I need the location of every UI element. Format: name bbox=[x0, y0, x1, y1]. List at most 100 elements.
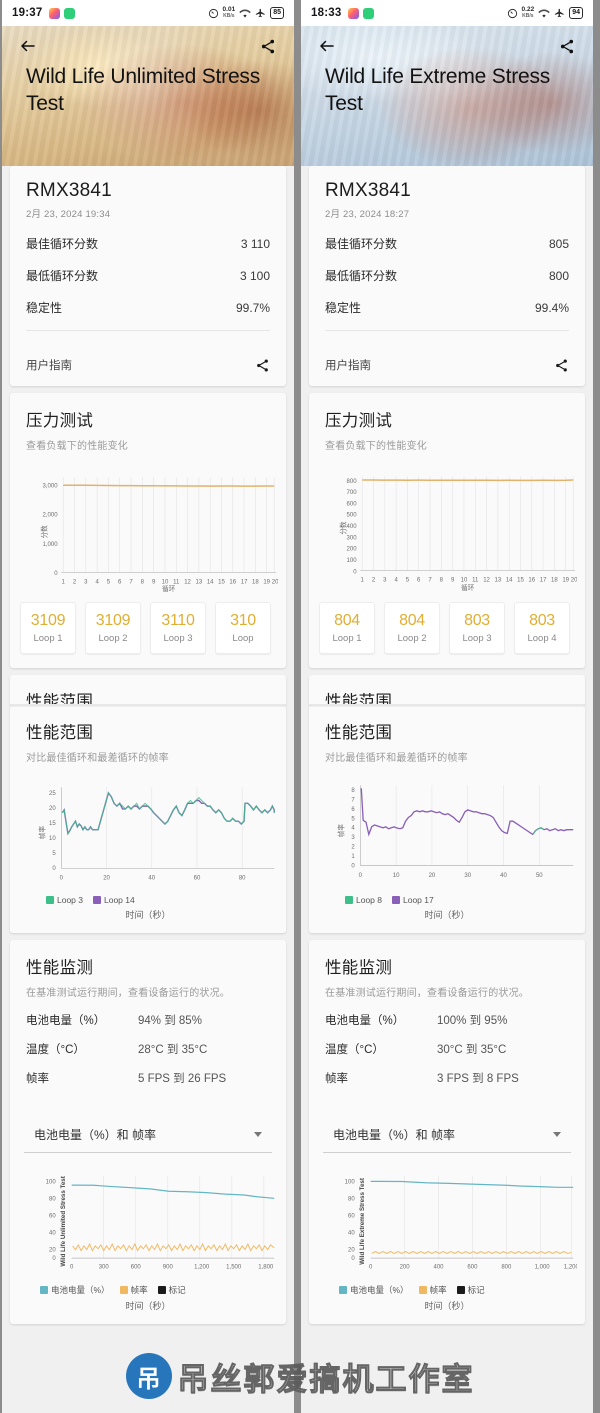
svg-text:40: 40 bbox=[49, 1231, 56, 1237]
list-item[interactable]: 804 Loop 1 bbox=[319, 602, 375, 655]
seam-line bbox=[309, 704, 585, 706]
x-axis-title: 循环 bbox=[461, 583, 475, 592]
performance-range-plot: 8 7 6 5 4 3 2 1 0 帧率 0 10 20 30 40 50 bbox=[336, 785, 574, 879]
y-axis-ticks: 8 7 6 5 4 3 2 1 0 bbox=[351, 788, 355, 869]
svg-text:80: 80 bbox=[49, 1197, 56, 1203]
svg-text:0: 0 bbox=[369, 1265, 373, 1271]
share-icon[interactable] bbox=[554, 358, 569, 373]
summary-card: RMX3841 2月 23, 2024 18:27 最佳循环分数 805 最低循… bbox=[309, 166, 585, 386]
list-item[interactable]: 3109 Loop 1 bbox=[20, 602, 76, 655]
performance-monitor-chart: 100 80 60 40 20 0 Wild Life Unlimited St… bbox=[10, 1153, 286, 1282]
svg-text:20: 20 bbox=[272, 580, 278, 586]
svg-text:14: 14 bbox=[207, 580, 214, 586]
wifi-icon bbox=[239, 8, 251, 19]
status-bar-app-icons bbox=[348, 7, 375, 19]
share-icon[interactable] bbox=[256, 34, 280, 58]
svg-text:1: 1 bbox=[62, 580, 66, 586]
stitch-seam-artifact: 性能范围 bbox=[10, 675, 286, 706]
performance-range-plot: 25 20 15 10 5 0 帧率 0 20 40 60 80 bbox=[37, 787, 275, 882]
list-item[interactable]: 803 Loop 4 bbox=[514, 602, 570, 655]
y-axis-ticks: 25 20 15 10 5 0 bbox=[49, 791, 56, 872]
section-title: 性能监测 bbox=[26, 959, 94, 978]
svg-text:8: 8 bbox=[141, 580, 145, 586]
status-bar: 19:37 0.01 KB/s 85 bbox=[2, 0, 294, 26]
svg-text:0: 0 bbox=[54, 571, 58, 577]
svg-text:8: 8 bbox=[440, 578, 444, 584]
loop-score: 804 bbox=[334, 612, 360, 630]
svg-text:12: 12 bbox=[184, 580, 191, 586]
list-item[interactable]: 3110 Loop 3 bbox=[150, 602, 206, 655]
svg-text:80: 80 bbox=[348, 1197, 355, 1203]
status-bar-indicators: 0.22 KB/s 94 bbox=[507, 7, 583, 19]
user-guide-row[interactable]: 用户指南 bbox=[309, 345, 585, 386]
svg-text:17: 17 bbox=[540, 578, 547, 584]
monitor-value: 94% 到 85% bbox=[138, 1015, 202, 1028]
status-bar-app-icons bbox=[49, 7, 76, 19]
user-guide-row[interactable]: 用户指南 bbox=[10, 345, 286, 386]
speed-icon bbox=[208, 8, 219, 19]
loop-label: Loop bbox=[232, 633, 254, 645]
performance-monitor-body: 性能监测 在基准测试运行期间，查看设备运行的状况。 电池电量（%） 100% 到… bbox=[309, 940, 585, 1100]
network-speed-indicator: 0.22 KB/s bbox=[522, 7, 535, 19]
metric-select[interactable]: 电池电量（%）和 帧率 bbox=[323, 1118, 571, 1154]
svg-text:200: 200 bbox=[400, 1265, 411, 1271]
svg-text:200: 200 bbox=[347, 547, 358, 553]
svg-text:20: 20 bbox=[429, 873, 436, 879]
x-axis-title: 时间（秒） bbox=[125, 1301, 171, 1312]
share-icon[interactable] bbox=[555, 34, 579, 58]
user-guide-label: 用户指南 bbox=[325, 360, 371, 372]
run-timestamp: 2月 23, 2024 18:27 bbox=[325, 209, 410, 220]
svg-text:10: 10 bbox=[162, 580, 169, 586]
svg-text:900: 900 bbox=[163, 1265, 174, 1271]
series-score bbox=[63, 484, 275, 487]
list-item[interactable]: 310 Loop bbox=[215, 602, 271, 655]
x-axis-ticks: 0 10 20 30 40 50 bbox=[359, 873, 544, 879]
svg-text:16: 16 bbox=[229, 580, 236, 586]
panel-wild-life-extreme: 18:33 0.22 KB/s 94 Wild Life Extreme Str… bbox=[301, 0, 593, 1413]
loop-score-list[interactable]: 804 Loop 1 804 Loop 2 803 Loop 3 803 Loo… bbox=[309, 596, 585, 668]
summary-value: 99.4% bbox=[534, 301, 569, 315]
metric-select[interactable]: 电池电量（%）和 帧率 bbox=[24, 1118, 272, 1154]
performance-monitor-legend: 电池电量（%） 帧率 标记 bbox=[10, 1282, 286, 1296]
list-item[interactable]: 803 Loop 3 bbox=[449, 602, 505, 655]
list-item[interactable]: 804 Loop 2 bbox=[384, 602, 440, 655]
vertical-gridlines bbox=[395, 785, 540, 866]
svg-text:1: 1 bbox=[361, 578, 365, 584]
svg-text:13: 13 bbox=[495, 578, 502, 584]
y-axis-ticks: 800 700 600 500 400 300 200 100 0 bbox=[347, 479, 358, 575]
loop-label: Loop 1 bbox=[332, 633, 362, 645]
chevron-down-icon[interactable] bbox=[553, 1132, 561, 1138]
section-subtitle: 在基准测试运行期间，查看设备运行的状况。 bbox=[325, 988, 529, 1000]
back-arrow-icon[interactable] bbox=[315, 34, 339, 58]
monitor-value: 28°C 到 35°C bbox=[138, 1044, 208, 1057]
photos-app-icon bbox=[49, 7, 61, 19]
svg-text:500: 500 bbox=[347, 513, 358, 519]
x-axis-ticks: 12 34 56 78 9 10 11 12 13 14 15 16 17 18 19 20 bbox=[62, 580, 278, 586]
svg-text:11: 11 bbox=[472, 578, 479, 584]
run-timestamp: 2月 23, 2024 19:34 bbox=[26, 209, 111, 220]
back-arrow-icon[interactable] bbox=[16, 34, 40, 58]
monitor-row-framerate: 帧率 3 FPS 到 8 FPS bbox=[325, 1070, 569, 1086]
y-axis-ticks: 100 80 60 40 20 0 bbox=[46, 1180, 57, 1262]
speed-icon bbox=[507, 8, 518, 19]
loop-score-list[interactable]: 3109 Loop 1 3109 Loop 2 3110 Loop 3 310 … bbox=[10, 596, 286, 668]
series-fps bbox=[72, 1243, 275, 1252]
monitor-row-framerate: 帧率 5 FPS 到 26 FPS bbox=[26, 1070, 270, 1086]
summary-row-lowest: 最低循环分数 800 bbox=[325, 267, 569, 284]
share-icon[interactable] bbox=[255, 358, 270, 373]
svg-text:3: 3 bbox=[351, 835, 355, 841]
svg-text:30: 30 bbox=[464, 873, 471, 879]
svg-text:5: 5 bbox=[52, 851, 56, 857]
legend-item-battery: 电池电量（%） bbox=[339, 1284, 409, 1296]
svg-text:7: 7 bbox=[129, 580, 133, 586]
svg-text:14: 14 bbox=[506, 578, 513, 584]
legend-item-marker: 标记 bbox=[456, 1284, 485, 1296]
loop-label: Loop 3 bbox=[462, 633, 492, 645]
list-item[interactable]: 3109 Loop 2 bbox=[85, 602, 141, 655]
chevron-down-icon[interactable] bbox=[254, 1132, 262, 1138]
stress-test-plot: 800 700 600 500 400 300 200 100 0 分数 1 2… bbox=[338, 476, 577, 592]
seam-line bbox=[10, 704, 286, 706]
legend-label: 帧率 bbox=[130, 1285, 148, 1296]
legend-label: Loop 8 bbox=[356, 895, 382, 906]
page-title: Wild Life Extreme Stress Test bbox=[325, 65, 551, 115]
